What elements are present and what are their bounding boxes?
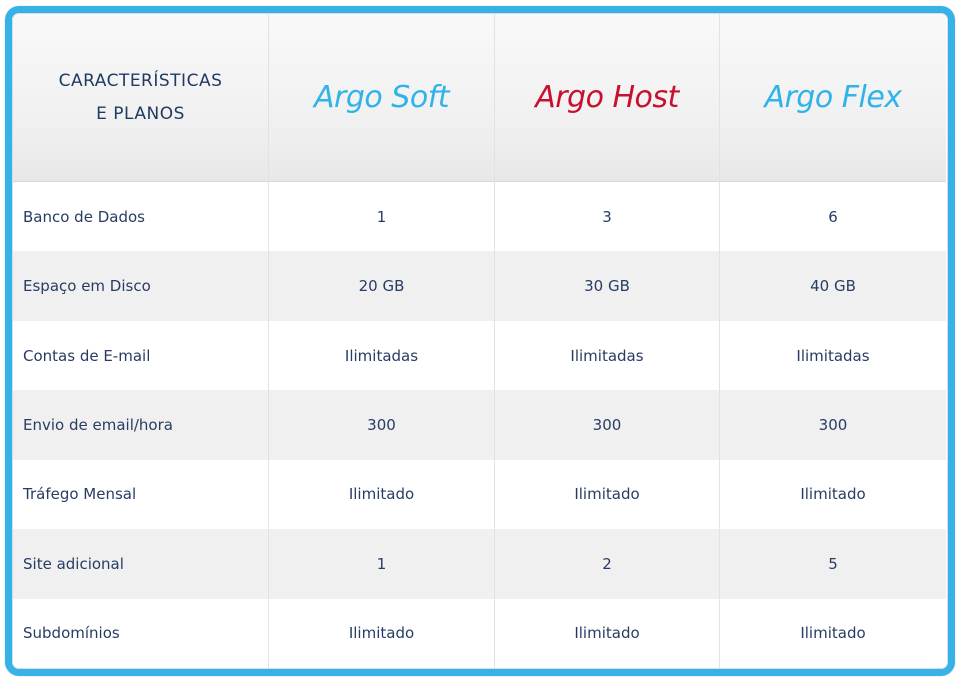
row-value: 1 <box>269 529 495 599</box>
plan-header-argo-host: Argo Host <box>495 14 720 182</box>
plan-name: Argo Flex <box>764 80 902 115</box>
plan-name: Argo Host <box>535 80 679 115</box>
row-feature-label: Envio de email/hora <box>13 390 269 460</box>
header-title-line2: E PLANOS <box>96 103 185 124</box>
comparison-table-inner: CARACTERÍSTICAS E PLANOS Argo Soft Argo … <box>12 13 948 669</box>
row-value: Ilimitado <box>720 598 946 668</box>
row-value: 30 GB <box>495 251 720 321</box>
row-value: 6 <box>720 182 946 252</box>
plan-header-argo-soft: Argo Soft <box>269 14 495 182</box>
plan-header-argo-flex: Argo Flex <box>720 14 946 182</box>
header-title-line1: CARACTERÍSTICAS <box>58 70 223 91</box>
row-value: 300 <box>269 390 495 460</box>
row-value: 3 <box>495 182 720 252</box>
row-value: Ilimitado <box>495 459 720 530</box>
row-value: 2 <box>495 529 720 599</box>
row-value: Ilimitado <box>269 598 495 668</box>
row-value: Ilimitadas <box>720 320 946 391</box>
row-value: Ilimitadas <box>269 320 495 391</box>
row-value: 300 <box>720 390 946 460</box>
row-value: Ilimitado <box>269 459 495 530</box>
row-value: 20 GB <box>269 251 495 321</box>
plan-comparison-table: CARACTERÍSTICAS E PLANOS Argo Soft Argo … <box>13 14 947 668</box>
row-value: Ilimitado <box>495 598 720 668</box>
row-feature-label: Contas de E-mail <box>13 320 269 391</box>
header-title: CARACTERÍSTICAS E PLANOS <box>13 14 269 182</box>
row-feature-label: Subdomínios <box>13 598 269 668</box>
row-feature-label: Espaço em Disco <box>13 251 269 321</box>
comparison-table-frame: CARACTERÍSTICAS E PLANOS Argo Soft Argo … <box>5 6 955 676</box>
row-value: 40 GB <box>720 251 946 321</box>
row-value: Ilimitado <box>720 459 946 530</box>
row-value: 300 <box>495 390 720 460</box>
plan-name: Argo Soft <box>313 80 450 115</box>
row-value: Ilimitadas <box>495 320 720 391</box>
row-value: 1 <box>269 182 495 252</box>
row-feature-label: Banco de Dados <box>13 182 269 252</box>
row-value: 5 <box>720 529 946 599</box>
row-feature-label: Tráfego Mensal <box>13 459 269 530</box>
row-feature-label: Site adicional <box>13 529 269 599</box>
